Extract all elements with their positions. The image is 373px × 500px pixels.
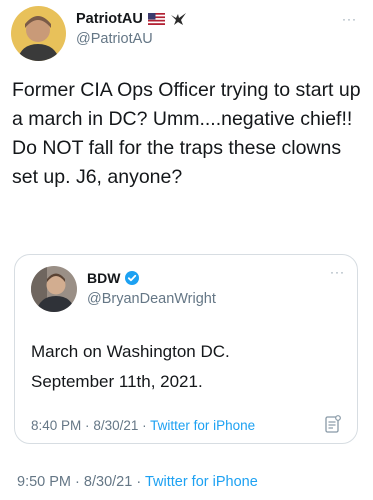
author-display-name[interactable]: PatriotAU <box>76 11 143 27</box>
tweet-meta: 9:50 PM · 8/30/21 · Twitter for iPhone <box>17 474 258 490</box>
meta-separator: · <box>75 474 80 490</box>
quoted-tweet[interactable]: BDW @BryanDeanWright ··· March on Washin… <box>14 254 358 444</box>
analytics-icon[interactable] <box>325 415 341 433</box>
quoted-meta-separator: · <box>85 418 90 433</box>
author-name-row: PatriotAU <box>76 11 187 27</box>
quoted-source-link[interactable]: Twitter for iPhone <box>150 418 255 433</box>
tweet-text: Former CIA Ops Officer trying to start u… <box>12 79 367 188</box>
quoted-time: 8:40 PM <box>31 418 82 433</box>
quoted-handle[interactable]: @BryanDeanWright <box>87 291 216 307</box>
quoted-more-icon[interactable]: ··· <box>330 265 345 279</box>
quoted-name-row: BDW <box>87 270 140 286</box>
verified-badge-icon <box>125 271 140 285</box>
tweet-date: 8/30/21 <box>83 474 133 490</box>
tweet-time: 9:50 PM <box>17 474 71 490</box>
quoted-tweet-meta: 8:40 PM · 8/30/21 · Twitter for iPhone <box>31 418 255 433</box>
quoted-author-avatar[interactable] <box>31 266 77 312</box>
meta-separator-2: · <box>136 474 142 490</box>
more-icon[interactable]: ··· <box>342 12 357 26</box>
tweet-card: PatriotAU @PatriotAU ··· Former CIA Ops … <box>0 0 373 500</box>
author-handle[interactable]: @PatriotAU <box>76 31 153 47</box>
eagle-icon <box>170 13 186 25</box>
us-flag-icon <box>147 13 165 25</box>
quoted-date: 8/30/21 <box>93 418 139 433</box>
tweet-source-link[interactable]: Twitter for iPhone <box>145 474 258 490</box>
quoted-tweet-text: March on Washington DC. September 11th, … <box>31 342 230 391</box>
author-avatar[interactable] <box>11 6 66 61</box>
quoted-meta-separator-2: · <box>142 418 147 433</box>
quoted-display-name[interactable]: BDW <box>87 270 120 286</box>
